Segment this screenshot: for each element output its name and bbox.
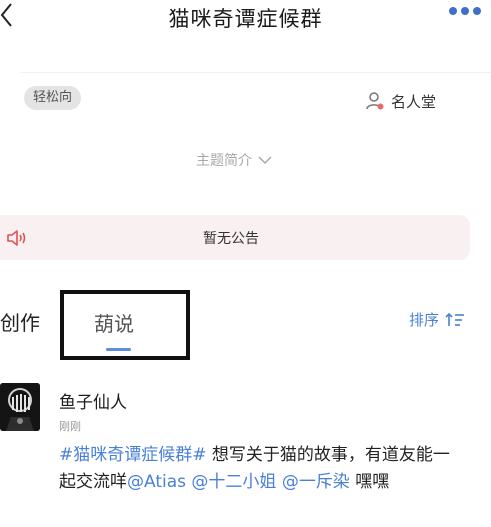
chevron-down-icon	[258, 156, 272, 165]
more-options-icon[interactable]	[448, 6, 482, 16]
page-title: 猫咪奇谭症候群	[168, 7, 323, 31]
hall-of-fame-label: 名人堂	[391, 92, 437, 111]
active-tab-indicator	[106, 348, 131, 351]
person-icon	[366, 92, 384, 110]
sort-icon	[445, 312, 465, 326]
tab-create[interactable]: 创作	[0, 307, 40, 336]
avatar[interactable]	[0, 383, 40, 431]
author-name[interactable]: 鱼子仙人	[59, 388, 127, 413]
post-text: 嘿嘿	[349, 472, 390, 492]
hall-of-fame-button[interactable]: 名人堂	[365, 90, 436, 112]
tab-hulu[interactable]: 葫说	[94, 308, 134, 337]
sort-button[interactable]: 排序	[409, 309, 465, 330]
header-divider	[20, 72, 491, 73]
mention-link[interactable]: @Atias	[127, 472, 186, 492]
announcement-bar[interactable]: 暂无公告	[0, 215, 470, 260]
hashtag-link[interactable]: #猫咪奇谭症候群#	[59, 445, 207, 465]
announcement-text: 暂无公告	[203, 231, 259, 247]
mention-link[interactable]: @十二小姐	[191, 472, 276, 492]
group-tag[interactable]: 轻松向	[24, 86, 81, 110]
navigation-bar: 猫咪奇谭症候群	[0, 0, 491, 40]
topic-intro-toggle[interactable]: 主题简介	[0, 150, 468, 170]
avatar-image	[0, 383, 40, 431]
content-tabs: 创作 葫说 排序	[0, 290, 491, 360]
mention-link[interactable]: @一斥染	[282, 472, 350, 492]
sort-label: 排序	[409, 311, 440, 329]
topic-intro-label: 主题简介	[196, 153, 252, 169]
post-content: #猫咪奇谭症候群# 想写关于猫的故事，有道友能一起交流咩@Atias @十二小姐…	[59, 442, 459, 496]
post-time: 刚刚	[59, 420, 81, 433]
highlight-box: 葫说	[60, 290, 190, 360]
